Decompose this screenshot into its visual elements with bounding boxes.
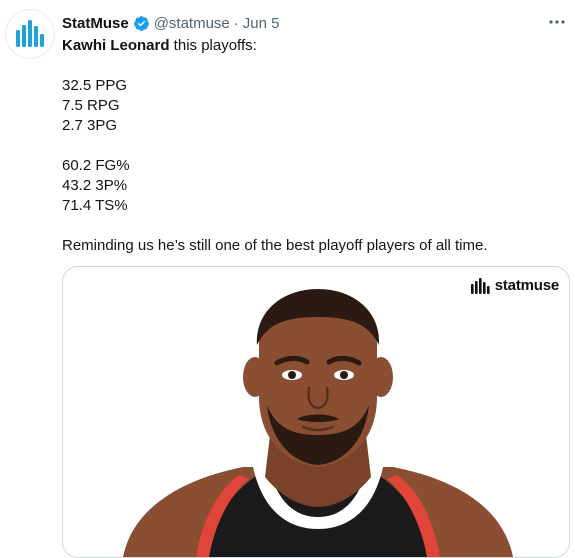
stat-line: 43.2 3P% [62,177,128,194]
stat-line: 7.5 RPG [62,97,120,114]
statmuse-logo-icon [470,277,490,294]
more-horizontal-icon [549,20,565,24]
stat-line: 71.4 TS% [62,197,128,214]
media-card[interactable]: statmuse [62,266,570,558]
separator-dot: · [233,14,239,32]
stat-line: 60.2 FG% [62,157,130,174]
stat-line: 2.7 3PG [62,117,118,134]
player-mention[interactable]: Kawhi Leonard [62,37,170,54]
intro-text: this playoffs: [169,37,257,54]
tweet-intro-line: Kawhi Leonard this playoffs: [62,36,562,56]
tweet-text: Kawhi Leonard this playoffs: 32.5 PPG 7.… [62,36,562,256]
tweet-header: StatMuse @statmuse · Jun 5 [62,12,575,34]
statmuse-logo-icon [16,20,44,47]
brand-wordmark: statmuse [494,277,559,294]
display-name[interactable]: StatMuse [62,15,129,32]
stat-line: 32.5 PPG [62,77,128,94]
closing-text: Reminding us he’s still one of the best … [62,237,488,254]
user-handle[interactable]: @statmuse [154,15,230,32]
verified-badge-icon [133,15,149,31]
player-illustration [123,289,513,557]
more-options-button[interactable] [547,12,567,32]
avatar[interactable] [6,10,54,58]
statmuse-brand: statmuse [470,277,559,294]
tweet-date[interactable]: Jun 5 [243,15,280,32]
